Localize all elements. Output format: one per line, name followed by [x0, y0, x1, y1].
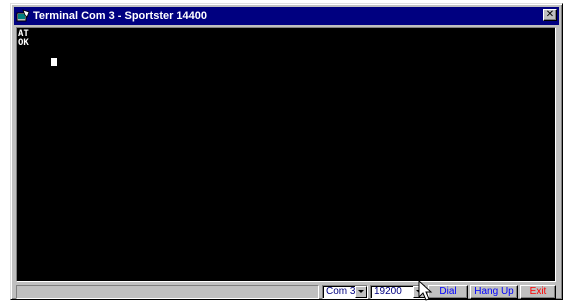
chevron-down-icon[interactable] — [355, 286, 367, 298]
mouse-pointer-icon — [418, 279, 434, 302]
terminal-cursor-line — [18, 48, 554, 66]
exit-button[interactable]: Exit — [520, 285, 556, 299]
hang-up-button[interactable]: Hang Up — [470, 285, 518, 299]
dial-button[interactable]: Dial — [428, 285, 468, 299]
com-port-value: Com 3 — [326, 286, 356, 297]
terminal-output[interactable]: AT OK — [16, 27, 556, 282]
status-bar: Com 3 19200 Dial Hang Up Exit — [16, 284, 556, 300]
close-icon: ✕ — [545, 9, 555, 20]
terminal-window: Terminal Com 3 - Sportster 14400 ✕ AT OK… — [10, 3, 563, 300]
text-cursor — [50, 58, 57, 66]
terminal-app-icon[interactable] — [16, 9, 30, 23]
close-button[interactable]: ✕ — [543, 9, 557, 21]
baud-rate-value: 19200 — [374, 286, 402, 297]
com-port-select[interactable]: Com 3 — [322, 285, 368, 299]
terminal-line: OK — [18, 38, 29, 48]
title-bar[interactable]: Terminal Com 3 - Sportster 14400 ✕ — [14, 7, 559, 25]
terminal-line: AT — [18, 29, 29, 39]
status-panel — [16, 285, 319, 299]
window-title: Terminal Com 3 - Sportster 14400 — [33, 10, 208, 22]
